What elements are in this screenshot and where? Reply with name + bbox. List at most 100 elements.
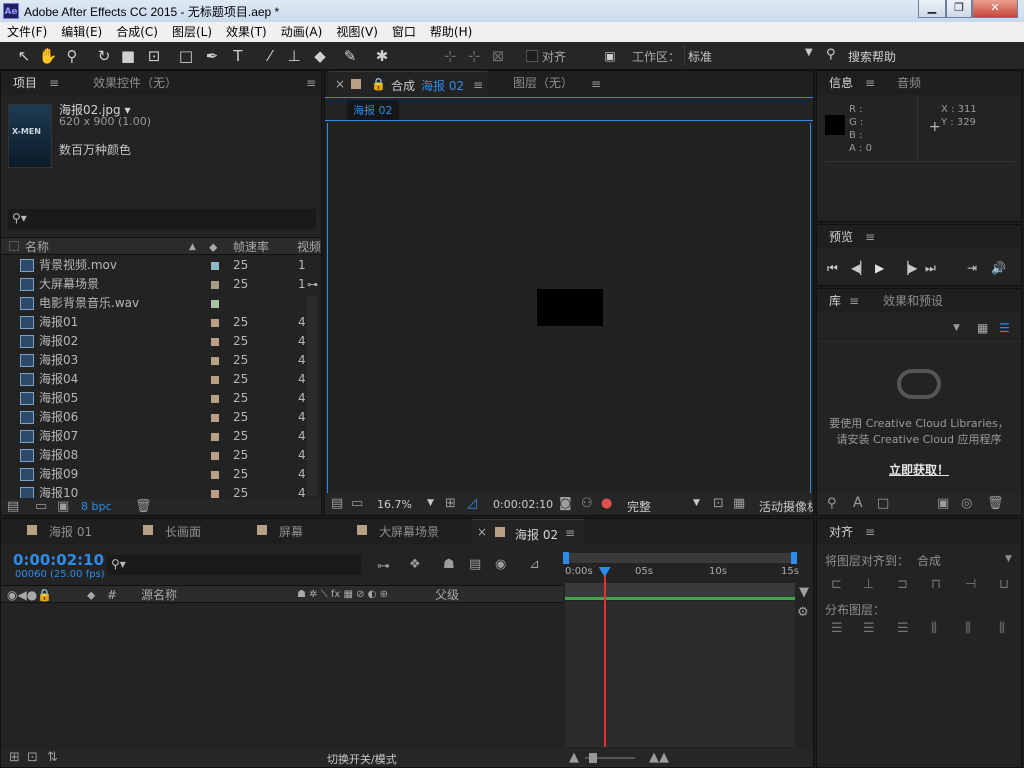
align-right-icon[interactable]: ⊐ [897, 577, 908, 592]
camera-tool-icon[interactable]: ■ [118, 46, 138, 66]
align-vcenter-icon[interactable]: ⊣ [965, 577, 976, 592]
panel-menu-icon[interactable]: ≡ [49, 76, 59, 90]
label-column-icon[interactable]: ⬥ [87, 586, 95, 604]
distribute-bottom-icon[interactable]: ☰ [897, 621, 909, 636]
add-text-icon[interactable]: A [853, 495, 863, 511]
zoom-out-icon[interactable]: ▲ [569, 750, 579, 765]
list-item[interactable]: 大屏幕场景 25 1 [1, 275, 321, 294]
selection-tool-icon[interactable]: ↖ [14, 46, 34, 66]
next-frame-icon[interactable]: ▕▶ [899, 261, 917, 275]
camera-icon[interactable]: ◙ [559, 496, 572, 511]
navigator-start-handle[interactable] [563, 552, 569, 564]
tab-align[interactable]: 对齐 [829, 520, 853, 544]
minimize-button[interactable]: ▁ [918, 0, 946, 18]
display-icon[interactable]: ▭ [351, 496, 363, 511]
work-area-bar[interactable] [565, 583, 795, 600]
align-checkbox[interactable] [526, 50, 538, 62]
tab-effect-controls[interactable]: 效果控件（无） [93, 71, 177, 95]
menu-layer[interactable]: 图层(L) [165, 22, 219, 42]
comp-viewer[interactable] [327, 123, 811, 493]
menu-window[interactable]: 窗口 [385, 22, 423, 42]
switches-icons[interactable]: ☗ ✲ ⟍ fx ▦ ⊘ ◐ ⊛ [297, 586, 388, 604]
align-bottom-icon[interactable]: ⊔ [999, 577, 1009, 592]
menu-edit[interactable]: 编辑(E) [54, 22, 109, 42]
maximize-button[interactable]: ❐ [946, 0, 972, 18]
zoom-slider[interactable] [585, 753, 635, 763]
distribute-right-icon[interactable]: ⫼ [999, 621, 1005, 636]
region-of-interest-icon[interactable]: ◿ [467, 496, 477, 511]
column-parent[interactable]: 父级 [435, 586, 459, 604]
timeline-current-time[interactable]: 0:00:02:10 [13, 551, 104, 569]
column-video[interactable]: 视频 [297, 238, 321, 256]
puppet-pin-tool-icon[interactable]: ✱ [372, 46, 392, 66]
show-snapshot-icon[interactable]: ⚇ [581, 496, 593, 511]
tab-timeline-long-shot[interactable]: 长画面 [165, 520, 201, 544]
sync-icon[interactable]: ◎ [961, 496, 972, 511]
panel-menu-icon[interactable]: ≡ [306, 76, 316, 90]
panel-menu-icon[interactable]: ≡ [865, 525, 875, 539]
distribute-left-icon[interactable]: ⫼ [931, 621, 937, 636]
distribute-hcenter-icon[interactable]: ⫼ [965, 621, 971, 636]
transfer-controls-icon[interactable]: ⊡ [27, 750, 38, 765]
tab-info[interactable]: 信息 [829, 71, 853, 95]
timeline-layer-list[interactable] [1, 605, 563, 749]
align-hcenter-icon[interactable]: ⊥ [863, 577, 874, 592]
list-item[interactable]: 海报07 25 4 [1, 427, 321, 446]
close-icon[interactable]: × [477, 525, 487, 539]
zoom-slider-handle[interactable] [589, 753, 597, 763]
tab-project[interactable]: 项目 [13, 71, 37, 95]
chevron-down-icon[interactable]: ▼ [953, 323, 960, 333]
time-navigator[interactable] [563, 552, 797, 564]
zoom-level[interactable]: 16.7% [377, 498, 412, 511]
comp-button-icon[interactable]: ▼ [799, 585, 809, 600]
list-item[interactable]: 海报02 25 4 [1, 332, 321, 351]
close-icon[interactable]: × [335, 77, 345, 91]
tab-effects-presets[interactable]: 效果和预设 [883, 289, 943, 313]
column-name[interactable]: 名称 [25, 238, 49, 256]
tag-column-icon[interactable]: ⬥ [209, 238, 217, 256]
menu-animation[interactable]: 动画(A) [274, 22, 330, 42]
last-frame-icon[interactable]: ⏭ [925, 261, 936, 276]
column-framerate[interactable]: 帧速率 [233, 238, 269, 256]
panel-menu-icon[interactable]: ≡ [591, 77, 601, 91]
tab-composition[interactable]: × 🔒 合成 海报 02 ≡ [329, 71, 487, 98]
snapshot-toggle-icon[interactable]: ▤ [331, 496, 343, 511]
timeline-search-input[interactable]: ⚲▾ [107, 555, 361, 575]
pen-tool-icon[interactable]: ✒ [202, 46, 222, 66]
add-graphic-icon[interactable]: □ [877, 496, 889, 511]
roto-brush-tool-icon[interactable]: ✎ [340, 46, 360, 66]
panel-menu-icon[interactable]: ≡ [865, 76, 875, 90]
previous-frame-icon[interactable]: ◀▏ [851, 261, 869, 275]
lock-icon[interactable]: 🔒 [371, 77, 386, 91]
project-search-input[interactable]: ⚲▾ [8, 209, 316, 229]
tab-timeline-poster01[interactable]: 海报 01 [49, 520, 92, 544]
project-list-scrollbar[interactable] [307, 296, 317, 496]
render-icon[interactable]: ⚙ [797, 605, 809, 620]
resolution-select[interactable]: 完整 [627, 498, 651, 515]
av-features-icon[interactable]: ◉◀●🔒 [7, 586, 52, 604]
brush-tool-icon[interactable]: ⁄ [260, 46, 280, 66]
list-item[interactable]: 电影背景音乐.wav [1, 294, 321, 313]
navigator-end-handle[interactable] [791, 552, 797, 564]
first-frame-icon[interactable]: ⏮ [827, 261, 838, 276]
distribute-top-icon[interactable]: ☰ [831, 621, 843, 636]
pan-behind-tool-icon[interactable]: ⊡ [144, 46, 164, 66]
local-axis-icon[interactable]: ⊹ [440, 46, 460, 66]
list-item[interactable]: 海报05 25 4 [1, 389, 321, 408]
frame-blending-icon[interactable]: ▤ [469, 557, 481, 572]
column-source-name[interactable]: 源名称 [141, 586, 177, 604]
camera-select[interactable]: 活动摄像机 [759, 498, 813, 515]
align-left-icon[interactable]: ⊏ [831, 577, 842, 592]
list-item[interactable]: 海报06 25 4 [1, 408, 321, 427]
bit-depth-button[interactable]: 8 bpc [81, 500, 112, 513]
world-axis-icon[interactable]: ⊹ [464, 46, 484, 66]
type-tool-icon[interactable]: T [228, 46, 248, 66]
clone-stamp-tool-icon[interactable]: ⊥ [284, 46, 304, 66]
zoom-tool-icon[interactable]: ⚲ [62, 46, 82, 66]
eraser-tool-icon[interactable]: ◆ [310, 46, 330, 66]
menu-composition[interactable]: 合成(C) [109, 22, 165, 42]
trash-icon[interactable]: 🗑 [135, 499, 152, 514]
audio-icon[interactable]: 🔊 [991, 261, 1006, 275]
search-help-field[interactable]: ⚲ 搜索帮助 [826, 45, 1022, 65]
list-item[interactable]: 海报04 25 4 [1, 370, 321, 389]
